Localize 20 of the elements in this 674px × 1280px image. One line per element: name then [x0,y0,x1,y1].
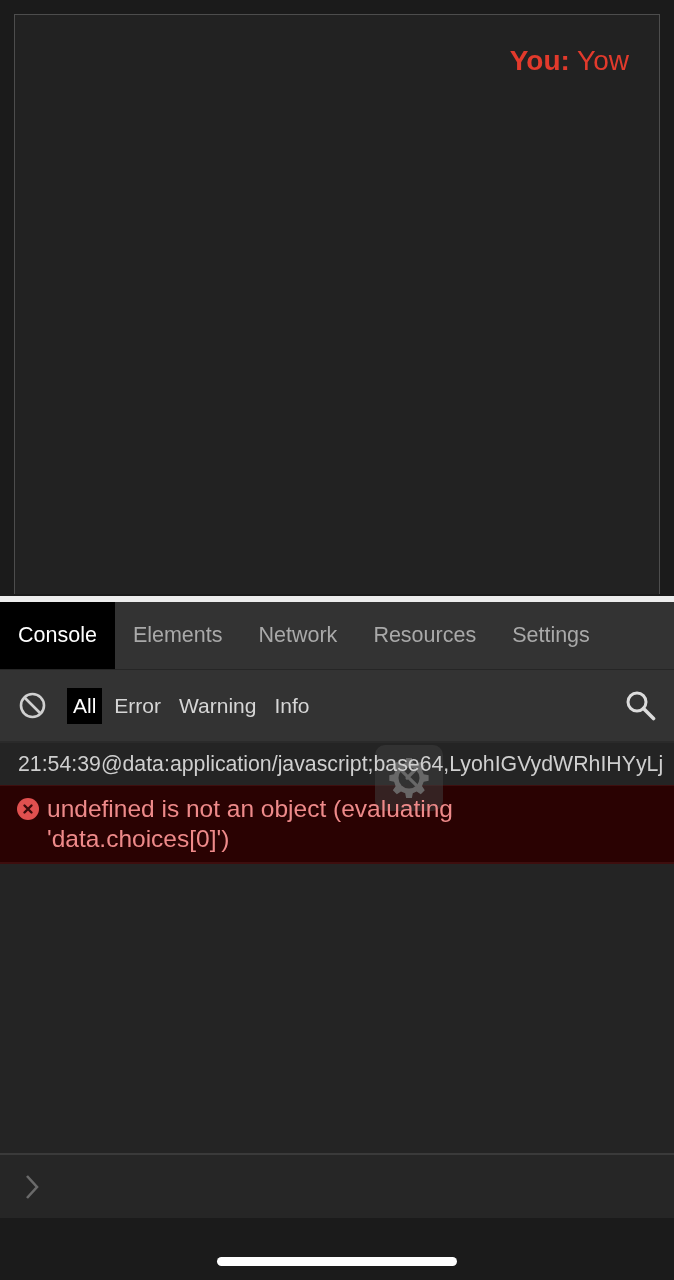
devtools-tab[interactable]: Resources [355,602,495,669]
error-icon [17,798,39,820]
clear-button[interactable] [18,691,47,720]
log-message: 21:54:39@data:application/javascript;base64,LyohIGVydWRhIHYyLj [18,751,664,777]
chevron-icon [24,1173,40,1200]
resize-handle[interactable] [0,596,674,602]
filter-tab[interactable]: Error [108,687,167,724]
clear-icon [19,692,46,719]
error-message: undefined is not an object (evaluating 'data.choices[0]') [47,794,454,854]
chat-message: You: Yow [509,44,629,78]
search-icon [625,690,656,721]
filter-tab[interactable]: Warning [173,687,263,724]
devtools-tab[interactable]: Network [240,602,356,669]
console-input[interactable] [0,1153,674,1218]
filter-tab[interactable]: All [67,687,103,724]
filter-tab[interactable]: Info [268,687,316,724]
devtools-tab[interactable]: Console [0,602,115,669]
devtools-tab[interactable]: Settings [494,602,608,669]
devtools-tab[interactable]: Elements [114,602,241,669]
search-button[interactable] [624,689,657,722]
